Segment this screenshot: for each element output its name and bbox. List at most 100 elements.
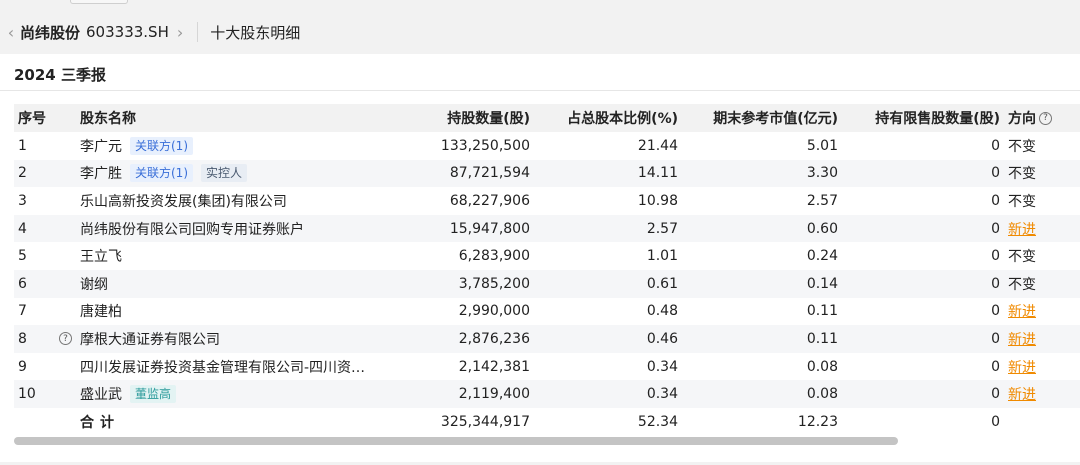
pct-value: 10.98 (637, 192, 678, 209)
shares-value: 2,990,000 (458, 303, 530, 320)
market-value: 3.30 (806, 165, 838, 182)
shareholder-name-text[interactable]: 李广胜 (80, 163, 122, 183)
direction-cell: 新进 (1008, 380, 1080, 408)
shareholder-name-text[interactable]: 四川发展证券投资基金管理有限公司-四川资… (80, 357, 365, 377)
row-index: 9 (18, 358, 27, 375)
col-header-name: 股东名称 (80, 111, 136, 127)
stock-code[interactable]: 603333.SH (86, 23, 169, 41)
table-row: 1 李广元 关联方(1) 133,250,500 21.44 5.01 0 不变 (14, 132, 1080, 160)
shareholder-name: 尚纬股份有限公司回购专用证券账户 (80, 215, 400, 243)
stock-name[interactable]: 尚纬股份 (20, 22, 80, 43)
shares-value: 68,227,906 (449, 192, 530, 209)
limited-shares: 0 (991, 358, 1000, 375)
shareholder-name-text[interactable]: 唐建柏 (80, 301, 122, 321)
limited-shares: 0 (991, 330, 1000, 347)
market-value: 0.08 (806, 386, 838, 403)
col-header-shares[interactable]: 持股数量(股) (394, 104, 530, 132)
direction-cell: 不变 (1008, 132, 1080, 160)
shares-value: 133,250,500 (440, 137, 530, 154)
table-row: 6 谢纲 3,785,200 0.61 0.14 0 不变 (14, 269, 1080, 298)
shareholder-name-text[interactable]: 盛业武 (80, 384, 122, 404)
direction-value[interactable]: 新进 (1008, 301, 1036, 321)
direction-value[interactable]: 新进 (1008, 384, 1036, 404)
limited-shares: 0 (991, 303, 1000, 320)
limited-shares: 0 (991, 165, 1000, 182)
horizontal-scrollbar[interactable] (14, 437, 1080, 445)
total-pct: 52.34 (637, 413, 678, 430)
pct-value: 2.57 (646, 220, 678, 237)
shares-value: 87,721,594 (449, 165, 530, 182)
content-panel: 2024 三季报 序号 股东名称 持股数量(股) 占总股本比例(%) 期末参考市… (0, 54, 1080, 462)
market-value: 0.60 (806, 220, 838, 237)
shareholder-name-text[interactable]: 乐山高新投资发展(集团)有限公司 (80, 191, 287, 211)
limited-shares: 0 (991, 137, 1000, 154)
table-row: 10 盛业武 董监高 2,119,400 0.34 0.08 0 新进 (14, 380, 1080, 408)
direction-value[interactable]: 新进 (1008, 219, 1036, 239)
table-row: 2 李广胜 关联方(1) 实控人 87,721,594 14.11 3.30 0 不变 (14, 159, 1080, 188)
help-icon[interactable]: ? (59, 332, 72, 346)
section-title: 十大股东明细 (210, 23, 301, 42)
shareholder-name: 摩根大通证券有限公司 (80, 325, 400, 353)
total-row: 合计 325,344,917 52.34 12.23 0 (14, 408, 1080, 436)
pct-value: 14.11 (637, 165, 678, 182)
shareholder-tag[interactable]: 关联方(1) (130, 136, 193, 155)
shareholder-name-text[interactable]: 王立飞 (80, 246, 122, 266)
shares-value: 3,785,200 (458, 275, 530, 292)
total-label: 合计 (80, 414, 120, 431)
shareholder-name-text[interactable]: 摩根大通证券有限公司 (80, 329, 220, 349)
shares-value: 15,947,800 (449, 220, 530, 237)
col-header-pct[interactable]: 占总股本比例(%) (534, 104, 678, 132)
direction-cell: 不变 (1008, 187, 1080, 215)
direction-cell: 新进 (1008, 298, 1080, 326)
limited-shares: 0 (991, 275, 1000, 292)
col-header-value[interactable]: 期末参考市值(亿元) (678, 104, 838, 132)
pct-value: 1.01 (646, 248, 678, 265)
shareholder-name-text[interactable]: 李广元 (80, 136, 122, 156)
pct-value: 0.46 (646, 330, 678, 347)
shareholder-table: 序号 股东名称 持股数量(股) 占总股本比例(%) 期末参考市值(亿元) 持有限… (14, 104, 1080, 436)
total-value: 12.23 (797, 413, 838, 430)
shareholder-name: 李广元 关联方(1) (80, 132, 400, 160)
pct-value: 0.34 (646, 386, 678, 403)
pct-value: 0.34 (646, 358, 678, 375)
shareholder-tag[interactable]: 关联方(1) (130, 164, 193, 183)
direction-cell: 不变 (1008, 160, 1080, 188)
pct-value: 0.48 (646, 303, 678, 320)
shareholder-name: 谢纲 (80, 270, 400, 298)
help-icon[interactable]: ? (1039, 111, 1052, 125)
col-header-limited[interactable]: 持有限售股数量(股) (844, 104, 1000, 132)
market-value: 0.08 (806, 358, 838, 375)
direction-cell: 新进 (1008, 325, 1080, 353)
direction-value[interactable]: 新进 (1008, 329, 1036, 349)
col-header-index: 序号 (18, 111, 46, 127)
shareholder-tag[interactable]: 实控人 (201, 164, 248, 183)
direction-value: 不变 (1008, 193, 1036, 210)
direction-cell: 不变 (1008, 242, 1080, 270)
row-help: ? (54, 325, 74, 353)
direction-value[interactable]: 新进 (1008, 357, 1036, 377)
section-divider (0, 90, 1080, 91)
row-index: 10 (18, 386, 36, 403)
limited-shares: 0 (991, 192, 1000, 209)
table-row: 5 王立飞 6,283,900 1.01 0.24 0 不变 (14, 242, 1080, 270)
chevron-right-icon[interactable]: › (177, 23, 183, 42)
pct-value: 0.61 (646, 275, 678, 292)
top-tab-stub (70, 0, 128, 4)
row-index: 5 (18, 248, 27, 265)
shares-value: 2,119,400 (458, 386, 530, 403)
row-index: 3 (18, 192, 27, 209)
table-row: 9 四川发展证券投资基金管理有限公司-四川资… 2,142,381 0.34 0.08 0… (14, 353, 1080, 381)
shareholder-tag[interactable]: 董监高 (130, 385, 177, 404)
row-index: 4 (18, 220, 27, 237)
page-header: ‹ 尚纬股份 603333.SH › 十大股东明细 (0, 10, 1080, 54)
shareholder-name: 唐建柏 (80, 298, 400, 326)
direction-value: 不变 (1008, 138, 1036, 155)
back-chevron-icon[interactable]: ‹ (4, 23, 18, 42)
shareholder-name: 四川发展证券投资基金管理有限公司-四川资… (80, 353, 400, 381)
scrollbar-thumb[interactable] (14, 437, 898, 445)
shareholder-name: 李广胜 关联方(1) 实控人 (80, 160, 400, 188)
shares-value: 2,876,236 (458, 330, 530, 347)
shareholder-name-text[interactable]: 尚纬股份有限公司回购专用证券账户 (80, 219, 304, 239)
shareholder-name-text[interactable]: 谢纲 (80, 274, 108, 294)
table-row: 4 尚纬股份有限公司回购专用证券账户 15,947,800 2.57 0.60 0 新进 (14, 214, 1080, 243)
